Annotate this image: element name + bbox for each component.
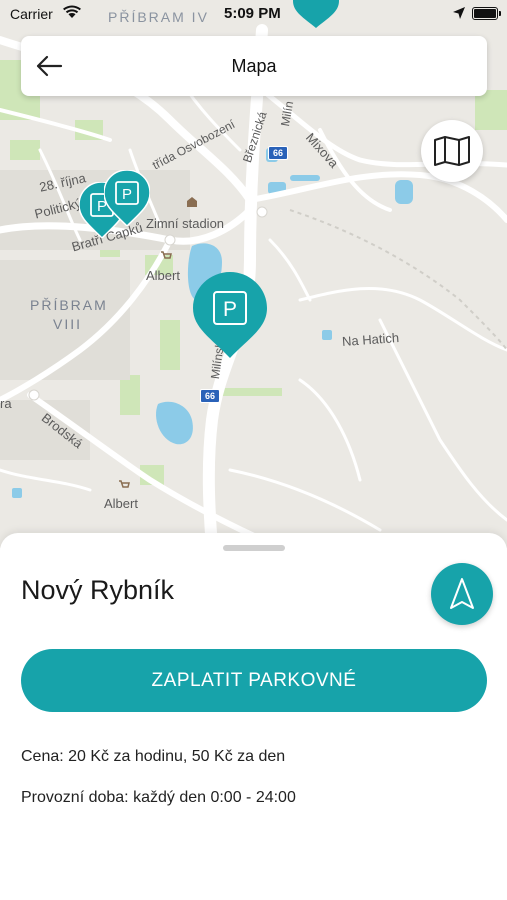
map-poi-label: Zimní stadion — [146, 216, 225, 231]
shopping-cart-icon — [119, 480, 130, 488]
map-layers-button[interactable] — [421, 120, 483, 182]
parking-marker-symbol: P — [223, 298, 237, 321]
parking-marker[interactable]: P — [103, 169, 151, 231]
road-number-badge: 66 — [200, 389, 221, 403]
map-icon — [434, 136, 470, 166]
parking-name: Nový Rybník — [21, 575, 175, 605]
parking-detail-sheet: Nový Rybník ZAPLATIT PARKOVNÉ Cena: 20 K… — [0, 533, 507, 900]
shopping-cart-icon — [161, 251, 172, 259]
page-title: Mapa — [231, 56, 277, 76]
parking-marker-symbol: P — [122, 186, 132, 203]
map-poi-label: Albert — [146, 268, 180, 283]
road-number-badge: 66 — [268, 146, 289, 160]
price-info: Cena: 20 Kč za hodinu, 50 Kč za den — [21, 748, 286, 765]
stadium-icon — [187, 197, 197, 207]
status-bar: Carrier PŘÍBRAM IV 5:09 PM — [0, 0, 507, 30]
wifi-icon — [63, 5, 81, 18]
carrier-label: Carrier — [10, 6, 53, 22]
battery-tip — [499, 11, 501, 16]
map-district-label: PŘÍBRAM — [30, 297, 108, 313]
parking-marker-selected[interactable]: P — [193, 272, 267, 363]
navigate-button[interactable] — [431, 563, 493, 625]
navigation-arrow-icon — [450, 578, 474, 609]
map-district-label: PŘÍBRAM IV — [108, 9, 209, 25]
pay-parking-button[interactable]: ZAPLATIT PARKOVNÉ — [21, 649, 487, 712]
map-poi-label: Albert — [104, 496, 138, 511]
opening-hours-info: Provozní doba: každý den 0:00 - 24:00 — [21, 789, 296, 806]
status-time: 5:09 PM — [224, 5, 281, 22]
map-street-label: ra — [0, 396, 12, 411]
location-arrow-icon — [453, 7, 465, 19]
top-bar: Mapa — [21, 36, 487, 96]
map-district-label: VIII — [53, 316, 83, 332]
battery-icon — [472, 7, 498, 20]
sheet-drag-handle[interactable] — [223, 545, 285, 551]
